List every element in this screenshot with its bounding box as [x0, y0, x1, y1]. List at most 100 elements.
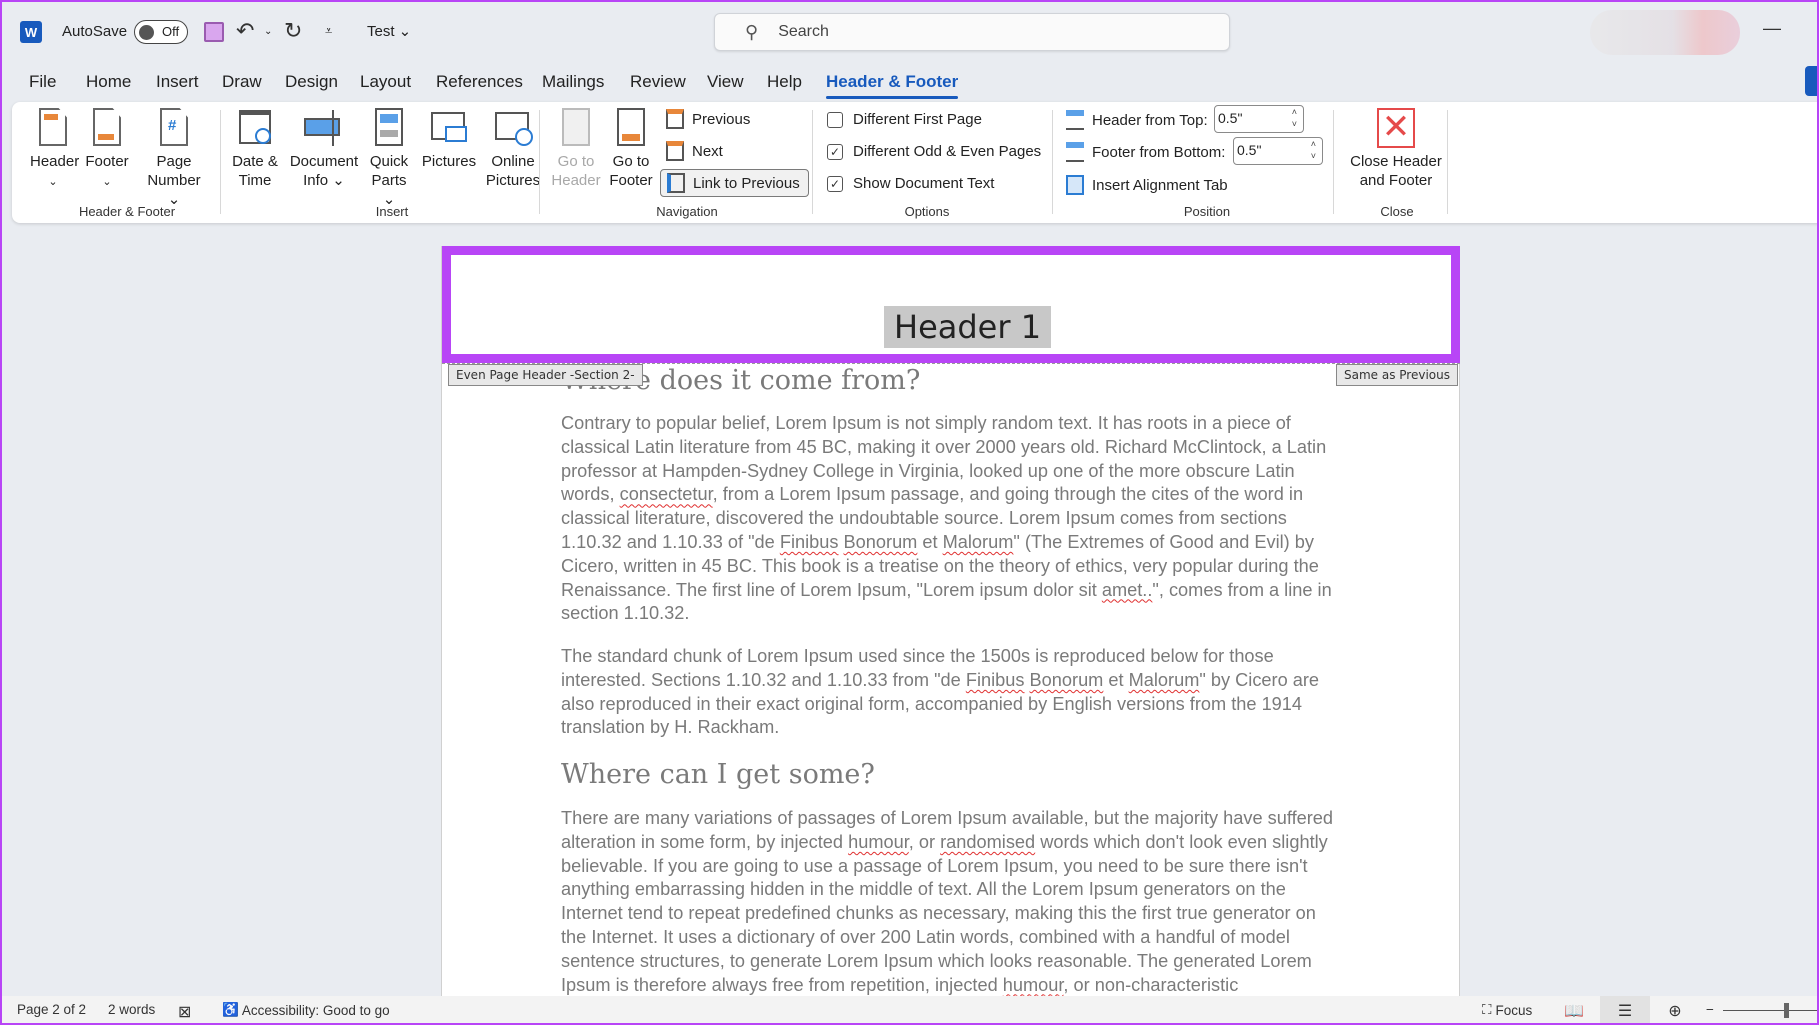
text-run: et — [1103, 669, 1129, 690]
tab-draw[interactable]: Draw — [222, 72, 262, 92]
link-to-previous-button[interactable]: Link to Previous — [660, 169, 809, 197]
header-doc-icon — [37, 108, 69, 148]
paragraph-3: There are many variations of passages of… — [561, 807, 1341, 996]
word-icon: W — [20, 21, 42, 43]
status-bar: Page 2 of 2 2 words ⊠ ♿ Accessibility: G… — [0, 996, 1819, 1025]
focus-button[interactable]: ⛶ Focus — [1482, 1002, 1532, 1018]
alignment-tab-icon — [1066, 175, 1084, 195]
date-time-button[interactable]: Date & Time — [230, 108, 280, 190]
previous-button[interactable]: Previous — [666, 109, 750, 129]
minimize-icon[interactable]: — — [1763, 18, 1781, 39]
checkbox-checked[interactable]: ✓ — [827, 175, 843, 192]
group-divider — [1447, 110, 1448, 214]
go-to-footer-label: Go to — [612, 153, 650, 170]
accessibility-label: Accessibility: Good to go — [241, 1002, 390, 1018]
page-number-button[interactable]: # Page Number ⌄ — [139, 108, 209, 209]
search-placeholder: Search — [778, 23, 829, 40]
different-odd-even-checkbox[interactable]: ✓ Different Odd & Even Pages — [827, 143, 1041, 160]
quick-parts-icon — [373, 108, 405, 148]
checkbox-checked[interactable]: ✓ — [827, 143, 843, 160]
tab-file[interactable]: File — [29, 72, 56, 92]
document-info-button[interactable]: Document Info ⌄ — [288, 108, 360, 190]
ribbon-tabs: File Home Insert Draw Design Layout Refe… — [0, 66, 1819, 100]
misspelled-word: Bonorum — [843, 531, 918, 552]
spin-arrows-icon[interactable]: ˄ ˅ — [1311, 138, 1316, 162]
spin-arrows-icon[interactable]: ˄ ˅ — [1292, 106, 1297, 130]
next-button[interactable]: Next — [666, 141, 723, 161]
tab-design[interactable]: Design — [285, 72, 338, 92]
undo-icon[interactable]: ↶ — [236, 18, 254, 44]
share-button[interactable] — [1805, 66, 1819, 96]
different-first-page-checkbox[interactable]: Different First Page — [827, 111, 982, 128]
misspelled-word: amet.. — [1101, 579, 1153, 600]
checkbox-unchecked[interactable] — [827, 111, 843, 128]
tab-layout[interactable]: Layout — [360, 72, 411, 92]
different-odd-even-label: Different Odd & Even Pages — [853, 143, 1042, 160]
toggle-knob — [139, 25, 154, 40]
pictures-button[interactable]: Pictures — [418, 108, 480, 171]
read-mode-icon[interactable]: 📖 — [1549, 996, 1599, 1025]
online-pictures-label-2: Pictures — [485, 172, 541, 189]
misspelled-word: humour — [1002, 974, 1064, 995]
document-info-label-2: Info ⌄ — [303, 172, 345, 189]
go-to-footer-button[interactable]: Go to Footer — [606, 108, 656, 190]
header-from-top-label: Header from Top: — [1092, 111, 1208, 129]
tab-header-footer[interactable]: Header & Footer — [826, 72, 959, 99]
header-from-top-value: 0.5" — [1218, 110, 1243, 126]
document-body[interactable]: Where does it come from? — [561, 365, 1341, 396]
insert-alignment-tab-label: Insert Alignment Tab — [1092, 176, 1228, 194]
date-time-label: Date & — [232, 153, 278, 170]
close-header-footer-label-2: and Footer — [1359, 172, 1433, 189]
autosave-toggle[interactable]: Off — [134, 20, 188, 44]
tab-view[interactable]: View — [707, 72, 744, 92]
page-count[interactable]: Page 2 of 2 — [17, 1002, 86, 1017]
tab-mailings[interactable]: Mailings — [542, 72, 604, 92]
header-button[interactable]: Header ⌄ — [30, 108, 79, 192]
header-from-top-input[interactable]: 0.5" ˄ ˅ — [1214, 105, 1304, 133]
go-to-header-button[interactable]: Go to Header — [550, 108, 602, 190]
zoom-slider-thumb[interactable] — [1784, 1003, 1790, 1018]
misspelled-word: Finibus — [779, 531, 839, 552]
redo-icon[interactable]: ↻ — [284, 18, 302, 44]
tab-review[interactable]: Review — [630, 72, 686, 92]
quick-parts-button[interactable]: Quick Parts ⌄ — [364, 108, 414, 209]
save-icon[interactable] — [204, 22, 224, 42]
accessibility-status[interactable]: ♿ Accessibility: Good to go — [222, 1002, 390, 1018]
zoom-out-button[interactable]: − — [1706, 1002, 1714, 1017]
search-input[interactable]: ⚲ Search — [714, 13, 1230, 51]
word-count[interactable]: 2 words — [108, 1002, 155, 1017]
page-number-label: Page — [156, 153, 192, 170]
close-header-footer-button[interactable]: ✕ Close Header and Footer — [1343, 108, 1449, 190]
account-avatar[interactable] — [1590, 10, 1740, 55]
web-layout-icon[interactable]: ⊕ — [1650, 996, 1700, 1025]
show-document-text-checkbox[interactable]: ✓ Show Document Text — [827, 175, 994, 192]
footer-label: Footer — [85, 153, 129, 170]
text-run: , or non-characteristic — [1063, 974, 1239, 995]
zoom-slider-track[interactable] — [1723, 1010, 1819, 1011]
tab-home[interactable]: Home — [86, 72, 131, 92]
document-info-label: Document — [289, 153, 359, 170]
next-section-icon — [666, 141, 684, 161]
footer-from-bottom-value: 0.5" — [1237, 142, 1262, 158]
tab-insert[interactable]: Insert — [156, 72, 199, 92]
proofing-icon[interactable]: ⊠ — [178, 1002, 191, 1022]
footer-from-bottom-input[interactable]: 0.5" ˄ ˅ — [1233, 137, 1323, 165]
tab-help[interactable]: Help — [767, 72, 802, 92]
text-run: words which don't look even slightly bel… — [561, 831, 1328, 995]
insert-alignment-tab-button[interactable]: Insert Alignment Tab — [1066, 175, 1228, 195]
pictures-label: Pictures — [421, 153, 477, 170]
online-pictures-label: Online — [491, 153, 535, 170]
show-document-text-label: Show Document Text — [853, 175, 995, 192]
accessibility-icon: ♿ — [222, 1002, 239, 1017]
document-title[interactable]: Test ⌄ — [367, 18, 411, 44]
footer-button[interactable]: Footer ⌄ — [84, 108, 130, 192]
tab-references[interactable]: References — [436, 72, 523, 92]
link-to-previous-label: Link to Previous — [693, 174, 800, 192]
undo-dropdown-icon[interactable]: ⌄ — [264, 18, 272, 44]
online-pictures-button[interactable]: Online Pictures — [482, 108, 544, 190]
print-layout-icon[interactable]: ☰ — [1600, 996, 1650, 1025]
go-to-footer-icon — [615, 108, 647, 148]
header-text[interactable]: Header 1 — [884, 306, 1052, 348]
customize-quick-access-icon[interactable]: ⩡ — [325, 18, 332, 44]
pictures-icon — [431, 108, 467, 148]
